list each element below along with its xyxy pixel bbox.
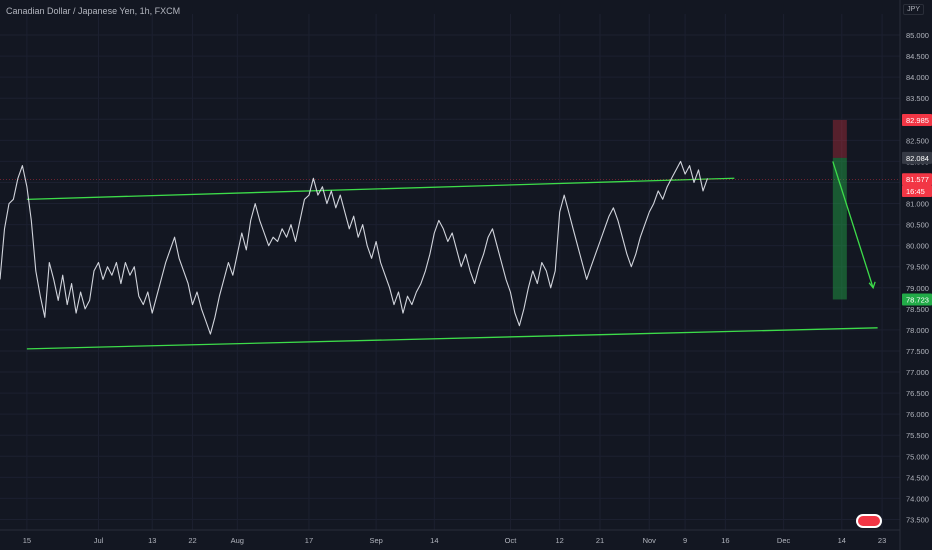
x-tick-label: 22 bbox=[188, 536, 196, 545]
y-tick-label: 75.500 bbox=[906, 431, 929, 440]
x-tick-label: 9 bbox=[683, 536, 687, 545]
y-tick-label: 77.500 bbox=[906, 347, 929, 356]
y-tick-label: 73.500 bbox=[906, 515, 929, 524]
x-tick-label: Nov bbox=[643, 536, 657, 545]
x-tick-label: Dec bbox=[777, 536, 791, 545]
take-profit-zone bbox=[832, 157, 847, 300]
y-tick-label: 83.500 bbox=[906, 94, 929, 103]
y-tick-label: 80.500 bbox=[906, 221, 929, 230]
price-label-text: 81.577 bbox=[906, 175, 929, 184]
price-chart[interactable]: 85.00084.50084.00083.50083.00082.50082.0… bbox=[0, 0, 932, 550]
chart-root: 85.00084.50084.00083.50083.00082.50082.0… bbox=[0, 0, 932, 550]
y-tick-label: 76.500 bbox=[906, 389, 929, 398]
y-tick-label: 84.500 bbox=[906, 52, 929, 61]
x-tick-label: 13 bbox=[148, 536, 156, 545]
chart-title: Canadian Dollar / Japanese Yen, 1h, FXCM bbox=[6, 6, 181, 16]
x-tick-label: 14 bbox=[838, 536, 846, 545]
x-tick-label: Oct bbox=[505, 536, 518, 545]
x-tick-label: Sep bbox=[369, 536, 382, 545]
x-tick-label: 12 bbox=[556, 536, 564, 545]
y-tick-label: 76.000 bbox=[906, 410, 929, 419]
stop-loss-zone bbox=[832, 119, 847, 158]
y-tick-label: 78.500 bbox=[906, 305, 929, 314]
price-label-text: 78.723 bbox=[906, 295, 929, 304]
y-tick-label: 82.500 bbox=[906, 136, 929, 145]
x-tick-label: 23 bbox=[878, 536, 886, 545]
x-tick-label: 17 bbox=[305, 536, 313, 545]
y-tick-label: 77.000 bbox=[906, 368, 929, 377]
price-label-text: 82.985 bbox=[906, 116, 929, 125]
y-tick-label: 79.500 bbox=[906, 263, 929, 272]
x-tick-label: 16 bbox=[721, 536, 729, 545]
price-label-text: 16:45 bbox=[906, 187, 925, 196]
price-axis-unit[interactable]: JPY bbox=[903, 4, 924, 15]
y-tick-label: 85.000 bbox=[906, 31, 929, 40]
y-tick-label: 79.000 bbox=[906, 284, 929, 293]
y-tick-label: 75.000 bbox=[906, 452, 929, 461]
y-tick-label: 78.000 bbox=[906, 326, 929, 335]
y-tick-label: 81.000 bbox=[906, 200, 929, 209]
logo-inner bbox=[858, 516, 880, 526]
x-tick-label: Aug bbox=[231, 536, 244, 545]
x-tick-label: Jul bbox=[94, 536, 104, 545]
price-label-text: 82.084 bbox=[906, 154, 929, 163]
x-tick-label: 15 bbox=[23, 536, 31, 545]
x-tick-label: 21 bbox=[596, 536, 604, 545]
chart-background bbox=[0, 0, 932, 550]
x-tick-label: 14 bbox=[430, 536, 438, 545]
y-tick-label: 80.000 bbox=[906, 242, 929, 251]
y-tick-label: 74.500 bbox=[906, 473, 929, 482]
tradingview-logo-icon[interactable] bbox=[856, 514, 882, 528]
y-tick-label: 84.000 bbox=[906, 73, 929, 82]
y-tick-label: 74.000 bbox=[906, 494, 929, 503]
